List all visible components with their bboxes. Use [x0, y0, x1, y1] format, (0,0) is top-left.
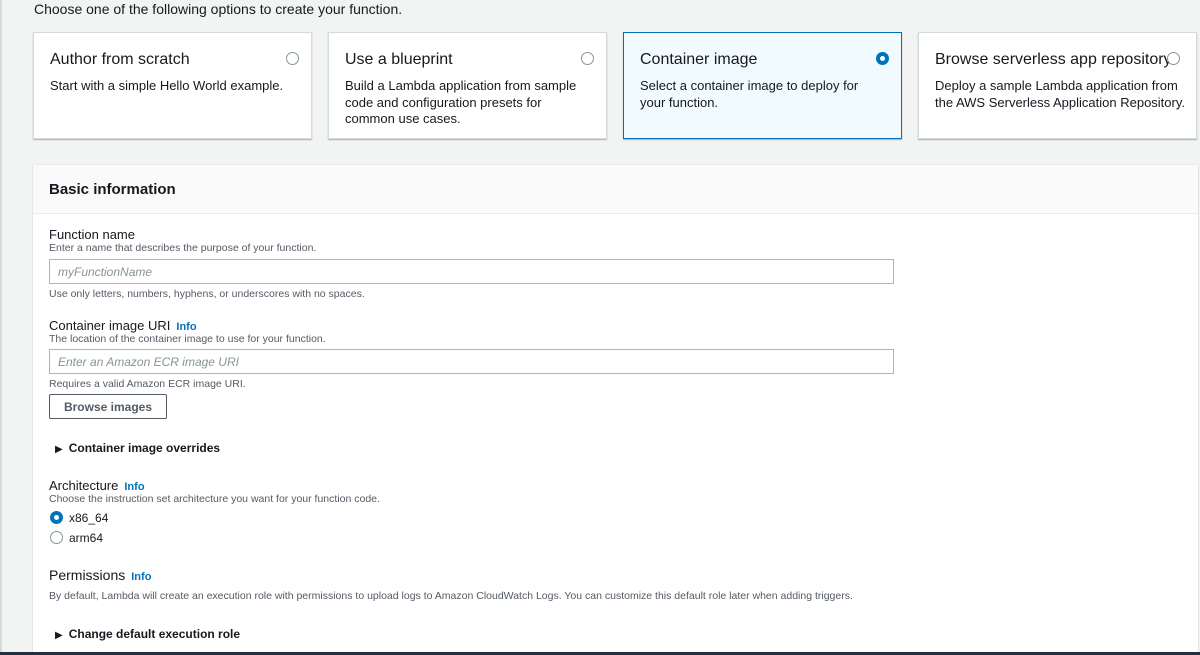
radio-use-a-blueprint[interactable] [581, 52, 594, 65]
function-name-label: Function name [49, 227, 135, 242]
container-image-uri-input[interactable] [49, 349, 894, 374]
container-image-uri-info-link[interactable]: Info [176, 321, 196, 333]
architecture-option-label: x86_64 [69, 511, 109, 525]
container-image-uri-label: Container image URI [49, 318, 171, 333]
function-name-description: Enter a name that describes the purpose … [49, 242, 317, 254]
option-description: Select a container image to deploy for y… [640, 78, 859, 110]
radio-container-image[interactable] [876, 52, 889, 65]
architecture-option-label: arm64 [69, 531, 104, 545]
container-image-overrides-label: Container image overrides [68, 441, 221, 455]
change-default-execution-role-expander[interactable]: ▶ Change default execution role [55, 627, 240, 641]
option-card-container-image[interactable]: Container image Select a container image… [623, 32, 902, 139]
page-left-edge [0, 0, 2, 655]
permissions-info-link[interactable]: Info [131, 571, 151, 583]
architecture-label-row: Architecture Info [49, 478, 145, 493]
container-image-uri-label-row: Container image URI Info [49, 318, 197, 333]
panel-title: Basic information [49, 181, 176, 198]
option-title: Container image [640, 51, 758, 68]
basic-information-panel: Basic information Function name Enter a … [33, 164, 1198, 655]
option-description: Deploy a sample Lambda application from … [935, 78, 1186, 110]
radio-author-from-scratch[interactable] [286, 52, 299, 65]
architecture-description: Choose the instruction set architecture … [49, 493, 380, 505]
option-title: Use a blueprint [345, 51, 453, 68]
function-name-constraint: Use only letters, numbers, hyphens, or u… [49, 288, 365, 300]
container-image-uri-description: The location of the container image to u… [49, 333, 326, 345]
option-description: Start with a simple Hello World example. [50, 78, 284, 93]
radio-browse-serverless-app-repository[interactable] [1167, 52, 1180, 65]
radio-x86-64[interactable] [50, 511, 63, 524]
browse-images-button[interactable]: Browse images [49, 394, 167, 419]
caret-right-icon: ▶ [55, 630, 63, 641]
container-image-overrides-expander[interactable]: ▶ Container image overrides [55, 441, 220, 455]
intro-text: Choose one of the following options to c… [34, 1, 403, 17]
permissions-title-row: Permissions Info [49, 567, 151, 583]
caret-right-icon: ▶ [55, 444, 63, 455]
option-card-author-from-scratch[interactable]: Author from scratch Start with a simple … [33, 32, 312, 139]
permissions-description: By default, Lambda will create an execut… [49, 590, 853, 602]
container-image-uri-constraint: Requires a valid Amazon ECR image URI. [49, 378, 246, 390]
panel-header: Basic information [33, 165, 1198, 214]
radio-arm64[interactable] [50, 531, 63, 544]
option-description: Build a Lambda application from sample c… [345, 78, 577, 126]
function-name-input[interactable] [49, 259, 894, 284]
option-title: Browse serverless app repository [935, 51, 1172, 68]
architecture-info-link[interactable]: Info [124, 481, 144, 493]
option-card-use-a-blueprint[interactable]: Use a blueprint Build a Lambda applicati… [328, 32, 607, 139]
change-default-execution-role-label: Change default execution role [68, 627, 241, 641]
permissions-title: Permissions [49, 567, 126, 583]
architecture-label: Architecture [49, 478, 119, 493]
option-card-browse-serverless-app-repository[interactable]: Browse serverless app repository Deploy … [918, 32, 1197, 139]
option-title: Author from scratch [50, 51, 190, 68]
